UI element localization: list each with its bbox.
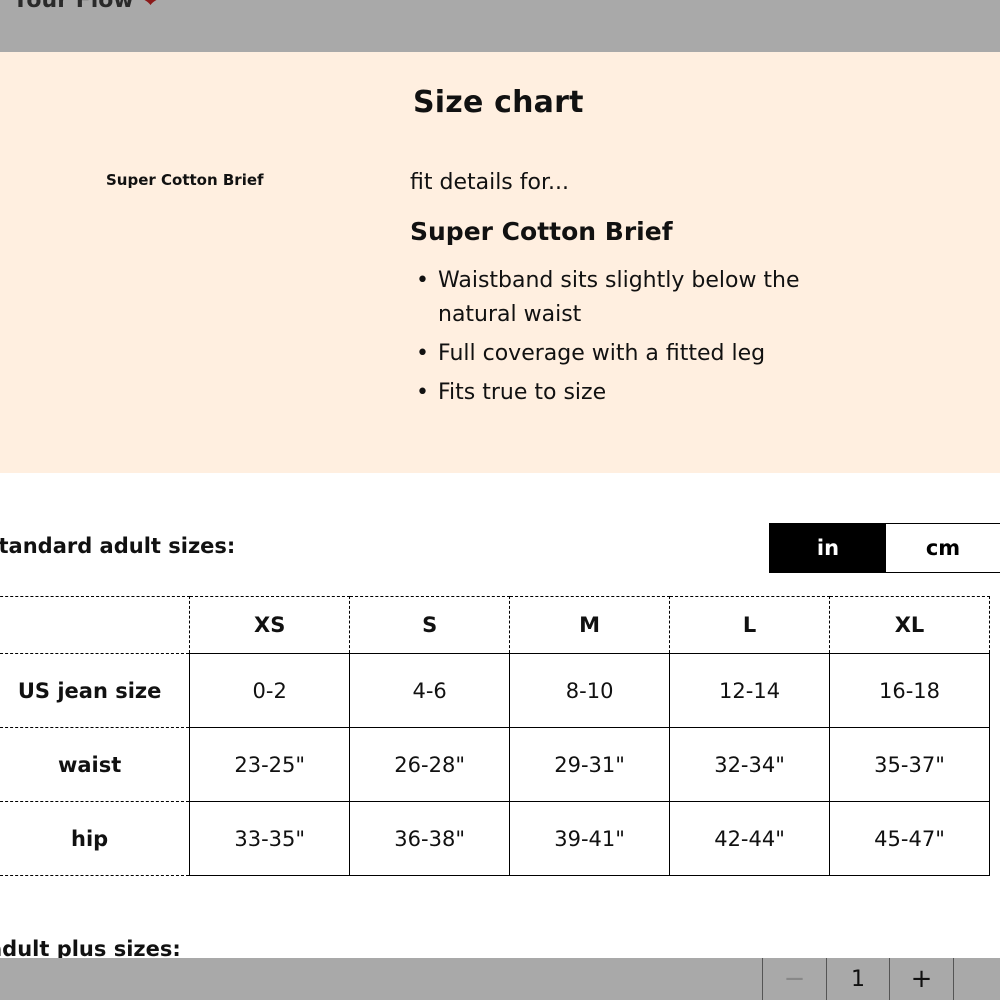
fit-detail-item: Fits true to size	[416, 376, 836, 410]
table-cell: 39-41"	[509, 801, 671, 876]
fit-detail-item: Waistband sits slightly below the natura…	[416, 264, 836, 332]
unit-toggle: in cm	[769, 523, 1000, 573]
page-title: Size chart	[413, 85, 584, 120]
top-bar-text: r Your Flow	[0, 0, 134, 13]
table-cell: 12-14	[669, 653, 831, 728]
table-cell: 8-10	[509, 653, 671, 728]
fit-details-list: Waistband sits slightly below the natura…	[416, 264, 836, 415]
table-cell: 16-18	[829, 653, 990, 728]
decrease-quantity-button[interactable]: −	[762, 958, 826, 1000]
table-cell: 4-6	[349, 653, 511, 728]
table-corner	[0, 596, 191, 654]
unit-cm-button[interactable]: cm	[886, 524, 1000, 572]
table-cell: 32-34"	[669, 727, 831, 802]
top-bar: r Your Flow ❤	[0, 0, 1000, 52]
table-row: US jean size 0-2 4-6 8-10 12-14 16-18	[0, 653, 990, 728]
unit-inches-button[interactable]: in	[770, 524, 886, 572]
table-cell: 23-25"	[189, 727, 351, 802]
table-cell: 42-44"	[669, 801, 831, 876]
column-header: M	[509, 596, 671, 654]
standard-sizes-heading: standard adult sizes:	[0, 534, 236, 558]
fit-detail-item: Full coverage with a fitted leg	[416, 337, 836, 371]
bottom-bar: − 1 +	[0, 958, 1000, 1000]
row-label: US jean size	[0, 653, 191, 728]
product-name: Super Cotton Brief	[410, 217, 673, 246]
table-cell: 0-2	[189, 653, 351, 728]
quantity-spacer	[954, 958, 999, 1000]
table-row: waist 23-25" 26-28" 29-31" 32-34" 35-37"	[0, 727, 990, 802]
fit-details-intro: fit details for...	[410, 170, 569, 195]
column-header: L	[669, 596, 831, 654]
table-cell: 33-35"	[189, 801, 351, 876]
table-row: hip 33-35" 36-38" 39-41" 42-44" 45-47"	[0, 801, 990, 876]
table-cell: 26-28"	[349, 727, 511, 802]
quantity-value[interactable]: 1	[826, 958, 890, 1000]
quantity-stepper: − 1 +	[762, 958, 999, 1000]
table-cell: 29-31"	[509, 727, 671, 802]
size-table: XS S M L XL US jean size 0-2 4-6 8-10 12…	[0, 596, 990, 876]
product-thumbnail-label: Super Cotton Brief	[106, 171, 264, 189]
fit-details-panel: Size chart Super Cotton Brief fit detail…	[0, 52, 1000, 473]
table-cell: 35-37"	[829, 727, 990, 802]
row-label: waist	[0, 727, 191, 802]
increase-quantity-button[interactable]: +	[890, 958, 954, 1000]
row-label: hip	[0, 801, 191, 876]
heart-icon: ❤	[141, 0, 160, 13]
column-header: XS	[189, 596, 351, 654]
table-cell: 36-38"	[349, 801, 511, 876]
column-header: S	[349, 596, 511, 654]
column-header: XL	[829, 596, 990, 654]
top-bar-title: r Your Flow ❤	[0, 0, 160, 13]
table-cell: 45-47"	[829, 801, 990, 876]
table-header-row: XS S M L XL	[0, 596, 990, 654]
